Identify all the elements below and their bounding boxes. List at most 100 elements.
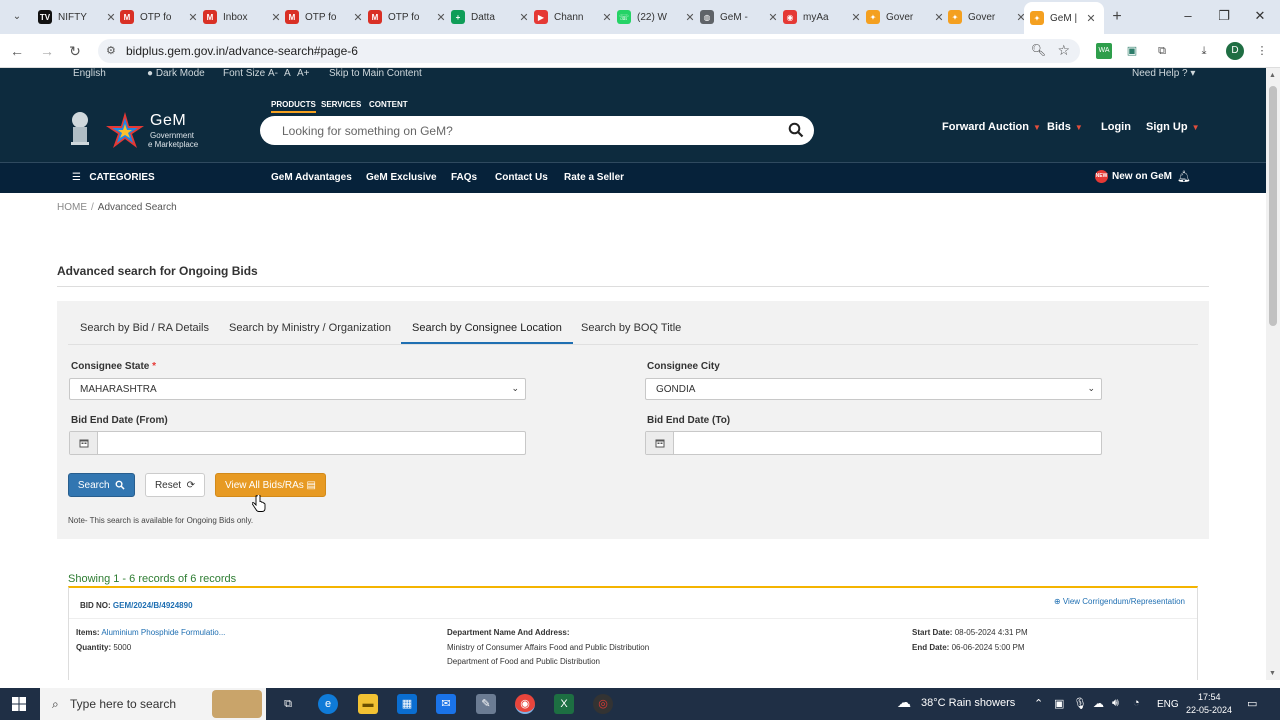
url-text[interactable]: bidplus.gem.gov.in/advance-search#page-6 <box>126 44 358 58</box>
browser-tab[interactable]: M OTP fo ✕ <box>368 6 448 28</box>
weather-text[interactable]: 38°C Rain showers <box>921 697 1015 709</box>
bookmark-star-icon[interactable]: ☆ <box>1057 42 1070 59</box>
close-window-icon[interactable]: ✕ <box>1250 8 1270 24</box>
file-explorer-icon[interactable]: ▬ <box>358 694 378 714</box>
breadcrumb-home[interactable]: HOME <box>57 202 87 213</box>
notification-icon[interactable]: ▭ <box>1247 697 1257 710</box>
tab-ministry-organization[interactable]: Search by Ministry / Organization <box>229 322 391 344</box>
new-on-gem-link[interactable]: NEW New on GeM <box>1095 170 1172 183</box>
categories-menu[interactable]: ☰ CATEGORIES <box>72 172 155 183</box>
zoom-icon[interactable]: 🔍︎ <box>1031 43 1046 57</box>
address-bar[interactable]: ⚙ bidplus.gem.gov.in/advance-search#page… <box>98 39 1080 63</box>
browser-tab[interactable]: ☏ (22) W ✕ <box>617 6 697 28</box>
clock-date[interactable]: 22-05-2024 <box>1186 705 1232 715</box>
download-icon[interactable]: ⤓ <box>1196 43 1212 59</box>
volume-icon[interactable]: 🔊︎ <box>1112 697 1119 710</box>
tab-search-icon[interactable]: ⌄ <box>8 8 26 26</box>
browser-tab[interactable]: ✦ GeM | ✕ <box>1024 2 1104 34</box>
dark-mode-toggle[interactable]: ● Dark Mode <box>147 68 205 79</box>
taskbar-search[interactable]: ⌕ Type here to search <box>40 688 266 720</box>
tab-content[interactable]: CONTENT <box>369 100 408 109</box>
bid-end-from-input[interactable] <box>69 431 526 455</box>
back-icon[interactable]: ← <box>8 43 26 61</box>
search-button[interactable]: Search <box>68 473 135 497</box>
site-search-input[interactable] <box>282 122 762 140</box>
minimize-icon[interactable]: – <box>1178 8 1198 23</box>
store-icon[interactable]: ▦ <box>397 694 417 714</box>
tab-close-icon[interactable]: ✕ <box>932 11 946 24</box>
bids-link[interactable]: Bids ▼ <box>1047 121 1083 133</box>
tab-bid-ra-details[interactable]: Search by Bid / RA Details <box>80 322 209 344</box>
excel-icon[interactable]: X <box>554 694 574 714</box>
tab-products[interactable]: PRODUCTS <box>271 100 316 113</box>
browser-tab[interactable]: ✦ Gover ✕ <box>866 6 946 28</box>
reload-icon[interactable]: ↻ <box>66 43 84 61</box>
app-icon[interactable]: ✎ <box>476 694 496 714</box>
forward-auction-link[interactable]: Forward Auction ▼ <box>942 121 1041 133</box>
scroll-up-icon[interactable]: ▲ <box>1269 72 1276 79</box>
scroll-thumb[interactable] <box>1269 86 1277 326</box>
browser-tab[interactable]: M OTP fo ✕ <box>285 6 365 28</box>
forward-icon[interactable]: → <box>38 43 56 61</box>
tab-close-icon[interactable]: ✕ <box>683 11 697 24</box>
onedrive-icon[interactable]: ☁ <box>1093 697 1104 710</box>
extensions-puzzle-icon[interactable]: ⧉ <box>1154 43 1170 59</box>
view-all-bids-button[interactable]: View All Bids/RAs ▤ <box>215 473 326 497</box>
show-hidden-icon[interactable]: ⌃ <box>1034 697 1043 710</box>
browser-tab[interactable]: ◍ GeM - ✕ <box>700 6 780 28</box>
clock-time[interactable]: 17:54 <box>1198 692 1221 702</box>
language-indicator[interactable]: ENG <box>1157 699 1179 710</box>
gem-logo[interactable]: GeM Government e Marketplace <box>104 110 204 150</box>
tab-boq-title[interactable]: Search by BOQ Title <box>581 322 681 344</box>
browser-tab[interactable]: ▶ Chann ✕ <box>534 6 614 28</box>
whatsapp-extension-icon[interactable]: WA <box>1096 43 1112 59</box>
recorder-icon[interactable]: ◎ <box>593 694 613 714</box>
tab-consignee-location[interactable]: Search by Consignee Location <box>401 322 573 344</box>
restore-icon[interactable]: ❐ <box>1214 8 1234 24</box>
search-icon[interactable] <box>788 122 804 138</box>
consignee-city-select[interactable]: GONDIA ⌄ <box>645 378 1102 400</box>
mail-icon[interactable]: ✉ <box>436 694 456 714</box>
items-link[interactable]: Aluminium Phosphide Formulatio... <box>101 628 225 637</box>
browser-tab[interactable]: TV NIFTY ✕ <box>38 6 118 28</box>
tab-close-icon[interactable]: ✕ <box>1084 12 1098 25</box>
browser-tab[interactable]: + Datta ✕ <box>451 6 531 28</box>
reset-button[interactable]: Reset ⟳ <box>145 473 205 497</box>
tab-close-icon[interactable]: ✕ <box>600 11 614 24</box>
weather-icon[interactable]: ☁ <box>897 694 911 711</box>
tab-close-icon[interactable]: ✕ <box>186 11 200 24</box>
browser-tab[interactable]: ◉ myAa ✕ <box>783 6 863 28</box>
font-normal[interactable]: A <box>284 68 291 79</box>
camera-tray-icon[interactable]: ▣ <box>1054 697 1064 710</box>
tab-close-icon[interactable]: ✕ <box>269 11 283 24</box>
nav-gem-exclusive[interactable]: GeM Exclusive <box>366 172 437 183</box>
tab-close-icon[interactable]: ✕ <box>104 11 118 24</box>
tab-close-icon[interactable]: ✕ <box>517 11 531 24</box>
bell-icon[interactable]: 🔔︎ <box>1177 170 1191 183</box>
tab-close-icon[interactable]: ✕ <box>766 11 780 24</box>
tab-close-icon[interactable]: ✕ <box>849 11 863 24</box>
nav-gem-advantages[interactable]: GeM Advantages <box>271 172 352 183</box>
font-increase[interactable]: A+ <box>297 68 310 79</box>
consignee-state-select[interactable]: MAHARASHTRA ⌄ <box>69 378 526 400</box>
lang-select[interactable]: English <box>73 68 106 79</box>
signup-link[interactable]: Sign Up ▼ <box>1146 121 1199 133</box>
browser-tab[interactable]: M OTP fo ✕ <box>120 6 200 28</box>
tab-close-icon[interactable]: ✕ <box>434 11 448 24</box>
login-link[interactable]: Login <box>1101 121 1131 133</box>
view-corrigendum-link[interactable]: ⊕ View Corrigendum/Representation <box>1054 597 1185 606</box>
tab-services[interactable]: SERVICES <box>321 100 361 109</box>
profile-avatar[interactable]: D <box>1226 42 1244 60</box>
calendar-icon[interactable] <box>70 432 98 454</box>
extension-icon[interactable]: ▣ <box>1124 43 1140 59</box>
font-decrease[interactable]: A- <box>268 68 278 79</box>
bid-number-link[interactable]: GEM/2024/B/4924890 <box>113 601 193 610</box>
new-tab-button[interactable]: + <box>1108 8 1126 26</box>
site-info-icon[interactable]: ⚙ <box>106 44 116 57</box>
bid-end-to-input[interactable] <box>645 431 1102 455</box>
nav-faqs[interactable]: FAQs <box>451 172 477 183</box>
browser-tab[interactable]: ✦ Gover ✕ <box>948 6 1028 28</box>
mic-tray-icon[interactable]: 🎙︎ <box>1073 697 1087 710</box>
task-view-icon[interactable]: ⧉ <box>278 694 298 714</box>
calendar-icon[interactable] <box>646 432 674 454</box>
